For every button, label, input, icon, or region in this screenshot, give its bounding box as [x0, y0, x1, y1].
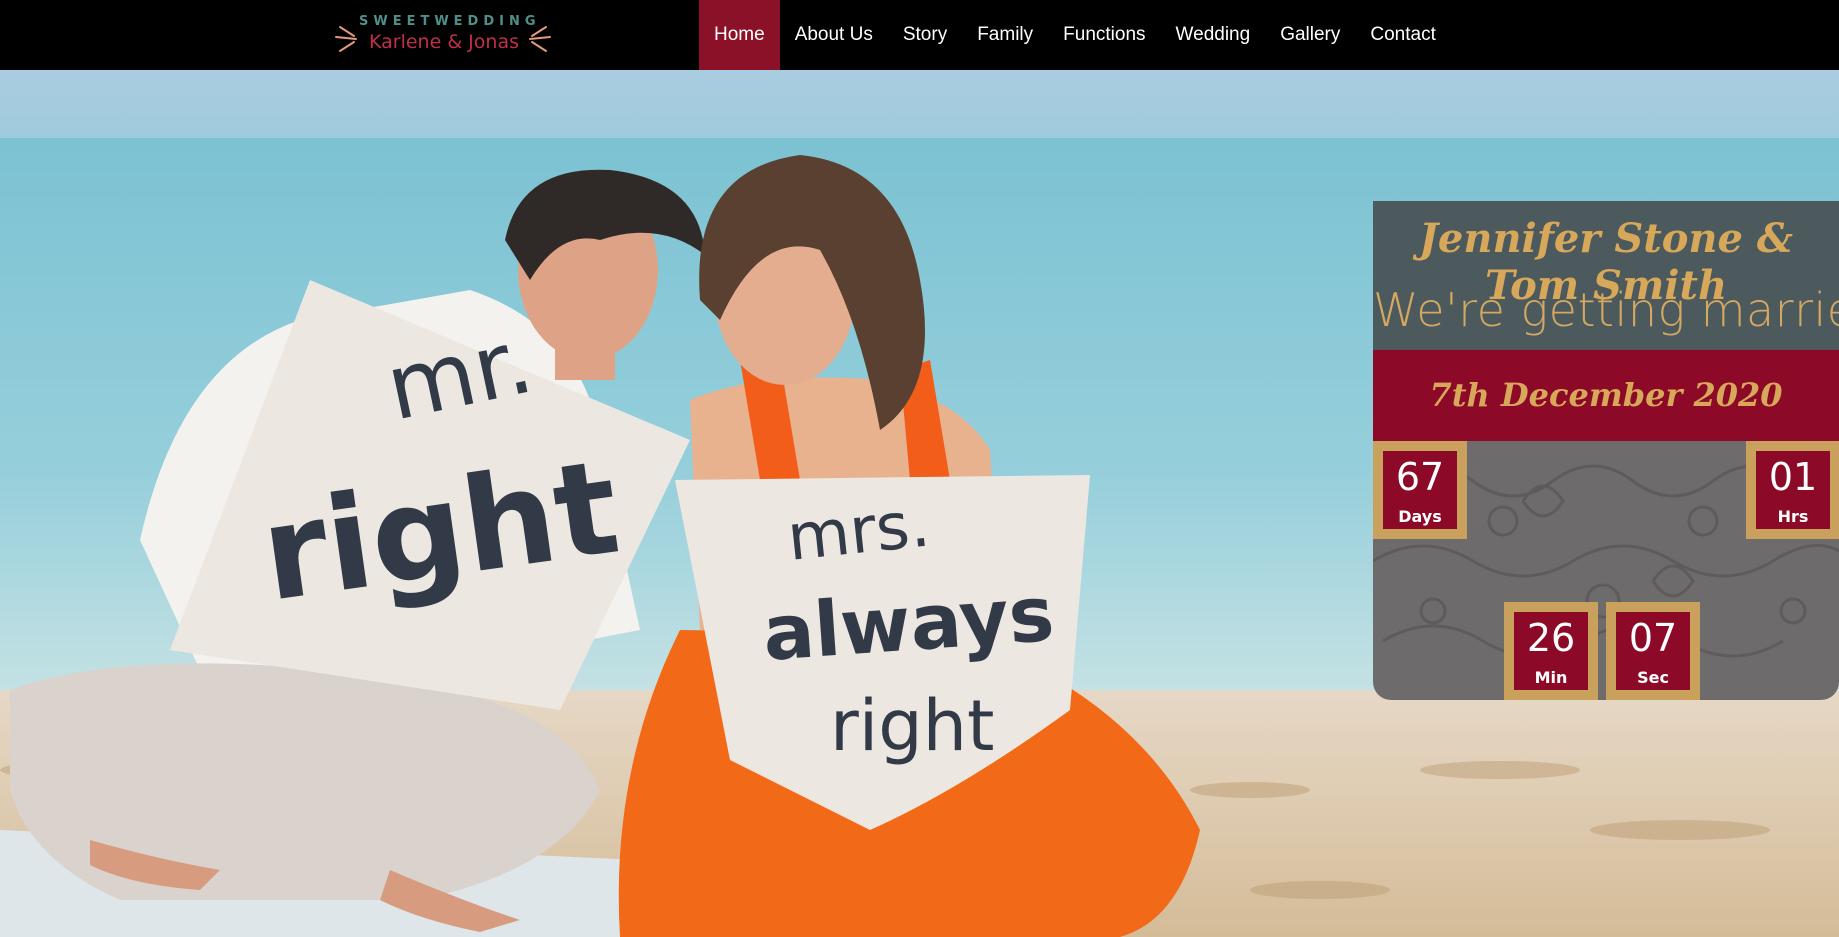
- svg-text:right: right: [830, 685, 994, 767]
- logo-couple-name: Karlene & Jonas: [369, 31, 519, 53]
- countdown-minutes: 26 Min: [1504, 602, 1598, 700]
- top-navbar: SWEETWEDDING Karlene & Jonas Home About …: [0, 0, 1839, 70]
- days-label: Days: [1398, 507, 1442, 526]
- countdown-seconds: 07 Sec: [1606, 602, 1700, 700]
- nav-item-about-us[interactable]: About Us: [780, 0, 888, 70]
- main-menu: Home About Us Story Family Functions Wed…: [699, 0, 1451, 70]
- wedding-date-section: 7th December 2020: [1373, 350, 1839, 441]
- couple-names-section: Jennifer Stone & Tom Smith We're getting…: [1373, 201, 1839, 350]
- nav-item-gallery[interactable]: Gallery: [1265, 0, 1355, 70]
- days-value: 67: [1395, 455, 1445, 499]
- countdown-hours: 01 Hrs: [1746, 441, 1839, 539]
- svg-text:mrs.: mrs.: [784, 487, 933, 575]
- nav-item-functions[interactable]: Functions: [1048, 0, 1160, 70]
- right-sparkle-icon: [529, 26, 551, 52]
- minutes-label: Min: [1534, 668, 1568, 687]
- seconds-value: 07: [1628, 616, 1678, 660]
- wedding-date: 7th December 2020: [1429, 376, 1783, 414]
- minutes-value: 26: [1526, 616, 1576, 660]
- seconds-label: Sec: [1637, 668, 1669, 687]
- nav-item-family[interactable]: Family: [962, 0, 1048, 70]
- logo-tagline: SWEETWEDDING: [359, 14, 541, 29]
- hero-banner: mr. right mrs. always right Jennifer Sto…: [0, 70, 1839, 937]
- nav-item-wedding[interactable]: Wedding: [1161, 0, 1266, 70]
- hours-label: Hrs: [1777, 507, 1809, 526]
- site-logo[interactable]: SWEETWEDDING Karlene & Jonas: [332, 14, 554, 56]
- nav-item-contact[interactable]: Contact: [1355, 0, 1450, 70]
- hours-value: 01: [1768, 455, 1818, 499]
- countdown-panel: Jennifer Stone & Tom Smith We're getting…: [1373, 201, 1839, 700]
- nav-item-home[interactable]: Home: [699, 0, 780, 70]
- nav-item-story[interactable]: Story: [888, 0, 962, 70]
- getting-married-tagline: We're getting married: [1373, 283, 1839, 337]
- countdown-days: 67 Days: [1373, 441, 1467, 539]
